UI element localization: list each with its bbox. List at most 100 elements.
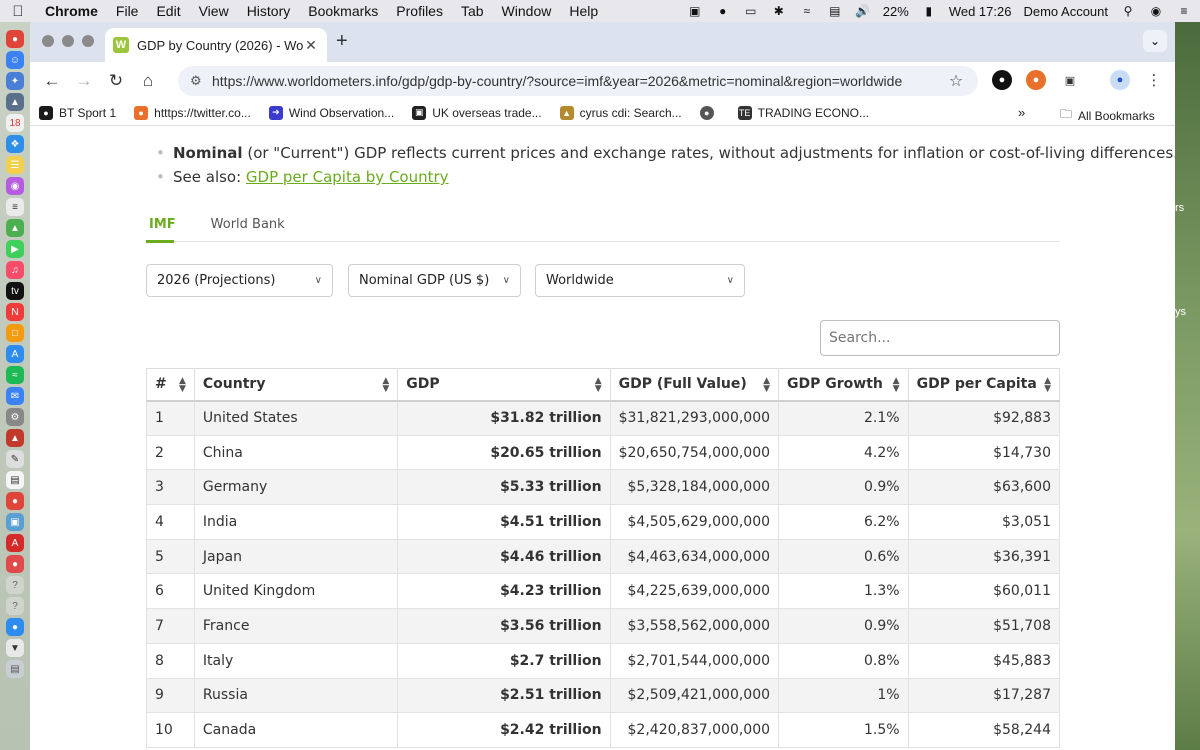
bookmark-star-icon[interactable]: ☆ <box>946 71 966 91</box>
chrome-dock-icon[interactable]: ● <box>6 30 24 48</box>
all-bookmarks-button[interactable]: 🗀 All Bookmarks <box>1060 105 1155 126</box>
bookmark-item[interactable]: ▣ UK overseas trade... <box>403 105 550 120</box>
safari-dock-icon[interactable]: ✦ <box>6 72 24 90</box>
forward-arrow-icon[interactable]: → <box>68 66 100 96</box>
bookmark-item[interactable]: ● BT Sport 1 <box>30 105 125 120</box>
messages-dock-icon[interactable]: ✉ <box>6 387 24 405</box>
profile-avatar-icon[interactable]: ● <box>1110 70 1130 90</box>
table-row[interactable]: 7 France $3.56 trillion $3,558,562,000,000 0… <box>146 608 1061 644</box>
table-row[interactable]: 2 China $20.65 trillion $20,650,754,000,000… <box>146 434 1061 471</box>
column-header-gdp-per-capita[interactable]: GDP per Capita ▲ ▼ <box>907 368 1061 402</box>
battery-icon[interactable]: ▮ <box>921 4 937 18</box>
more-bookmarks-chevron-icon[interactable]: » <box>1018 105 1025 120</box>
safari-compass-dock-icon[interactable]: ❖ <box>6 135 24 153</box>
battery-percent[interactable]: 22% <box>883 4 909 19</box>
unknown-app-dock-icon[interactable]: ? <box>6 576 24 594</box>
back-arrow-icon[interactable]: ← <box>36 66 68 96</box>
bluetooth-icon[interactable]: ✱ <box>771 4 787 18</box>
siri-icon[interactable]: ◉ <box>1148 4 1164 18</box>
microphone-icon[interactable]: ● <box>715 4 731 18</box>
spotlight-search-icon[interactable]: ⚲ <box>1120 4 1136 18</box>
menu-help[interactable]: Help <box>560 3 607 19</box>
table-row[interactable]: 8 Italy $2.7 trillion $2,701,544,000,000 0.8… <box>146 642 1061 679</box>
maps-dock-icon[interactable]: ▲ <box>6 219 24 237</box>
security-dock-icon[interactable]: ▲ <box>6 429 24 447</box>
display-icon[interactable]: ▤ <box>827 4 843 18</box>
music-dock-icon[interactable]: ♫ <box>6 261 24 279</box>
menu-profiles[interactable]: Profiles <box>387 3 452 19</box>
menubar-clock[interactable]: Wed 17:26 <box>949 4 1012 19</box>
acrobat-dock-icon[interactable]: A <box>6 534 24 552</box>
chrome-alt-dock-icon[interactable]: ● <box>6 492 24 510</box>
facetime-dock-icon[interactable]: ▶ <box>6 240 24 258</box>
news-dock-icon[interactable]: N <box>6 303 24 321</box>
menu-edit[interactable]: Edit <box>147 3 189 19</box>
more-menu-icon[interactable]: ⋮ <box>1144 70 1164 90</box>
address-bar[interactable]: ⚙ https://www.worldometers.info/gdp/gdp-… <box>178 66 978 96</box>
bookmark-item[interactable]: TE TRADING ECONO... <box>729 105 878 120</box>
table-row[interactable]: 10 Canada $2.42 trillion $2,420,837,000,000… <box>146 712 1061 748</box>
menu-history[interactable]: History <box>238 3 300 19</box>
column-header-gdp-full[interactable]: GDP (Full Value) ▲ ▼ <box>609 368 780 402</box>
control-center-icon[interactable]: ≡ <box>1176 4 1192 18</box>
voice-memo-dock-icon[interactable]: ● <box>6 555 24 573</box>
extensions-puzzle-icon[interactable]: ▣ <box>1060 70 1080 90</box>
metric-select[interactable]: Nominal GDP (US $) ∨ <box>348 264 521 297</box>
utility-dock-icon[interactable]: ✎ <box>6 450 24 468</box>
column-header-country[interactable]: Country ▲ ▼ <box>193 368 399 402</box>
sort-icon[interactable]: ▲ ▼ <box>893 377 900 394</box>
column-header-gdp[interactable]: GDP ▲ ▼ <box>397 368 611 402</box>
bookmark-item[interactable]: ● <box>691 105 729 120</box>
reminders-dock-icon[interactable]: ≡ <box>6 198 24 216</box>
url-text[interactable]: https://www.worldometers.info/gdp/gdp-by… <box>212 73 946 89</box>
menu-window[interactable]: Window <box>493 3 561 19</box>
extension-1-icon[interactable]: ● <box>992 70 1012 90</box>
table-row[interactable]: 4 India $4.51 trillion $4,505,629,000,000 6.… <box>146 504 1061 540</box>
menu-file[interactable]: File <box>107 3 148 19</box>
spotify-dock-icon[interactable]: ≈ <box>6 366 24 384</box>
sort-icon[interactable]: ▲ ▼ <box>595 377 602 394</box>
table-row[interactable]: 9 Russia $2.51 trillion $2,509,421,000,000 1… <box>146 677 1061 714</box>
podcasts-dock-icon[interactable]: ◉ <box>6 177 24 195</box>
calendar-dock-icon[interactable]: 18 <box>6 114 24 132</box>
bookmark-item[interactable]: ▲ cyrus cdi: Search... <box>551 105 691 120</box>
menu-tab[interactable]: Tab <box>452 3 493 19</box>
bookmark-item[interactable]: ➜ Wind Observation... <box>260 105 403 120</box>
notes-dock-icon[interactable]: ☰ <box>6 156 24 174</box>
year-select[interactable]: 2026 (Projections) ∨ <box>146 264 333 297</box>
close-window-button[interactable] <box>42 35 54 47</box>
textedit-dock-icon[interactable]: ▤ <box>6 471 24 489</box>
sort-icon[interactable]: ▲ ▼ <box>763 377 770 394</box>
table-row[interactable]: 1 United States $31.82 trillion $31,821,293… <box>146 400 1061 436</box>
duckduckgo-extension-icon[interactable]: ● <box>1026 70 1046 90</box>
apple-menu-icon[interactable]:  <box>0 3 36 20</box>
table-row[interactable]: 5 Japan $4.46 trillion $4,463,634,000,000 0.… <box>146 538 1061 575</box>
table-row[interactable]: 6 United Kingdom $4.23 trillion $4,225,639,… <box>146 573 1061 610</box>
browser-tab-active[interactable]: W GDP by Country (2026) - Wo ✕ <box>105 28 327 62</box>
region-select[interactable]: Worldwide ∨ <box>535 264 745 297</box>
reload-icon[interactable]: ↻ <box>100 66 132 96</box>
maximize-window-button[interactable] <box>82 35 94 47</box>
apple-tv-dock-icon[interactable]: tv <box>6 282 24 300</box>
bookmark-item[interactable]: ● htttps://twitter.co... <box>125 105 260 120</box>
preview-dock-icon[interactable]: ▣ <box>6 513 24 531</box>
minimize-window-button[interactable] <box>62 35 74 47</box>
site-info-icon[interactable]: ⚙ <box>190 73 212 89</box>
close-tab-icon[interactable]: ✕ <box>303 37 319 54</box>
menu-bookmarks[interactable]: Bookmarks <box>299 3 387 19</box>
finder-dock-icon[interactable]: ☺ <box>6 51 24 69</box>
menu-view[interactable]: View <box>190 3 238 19</box>
new-tab-button[interactable]: + <box>336 30 348 53</box>
sort-icon[interactable]: ▲ ▼ <box>1044 377 1051 394</box>
menubar-account[interactable]: Demo Account <box>1023 4 1108 19</box>
screen-mirroring-icon[interactable]: ▭ <box>743 4 759 18</box>
wifi-icon[interactable]: ≈ <box>799 4 815 18</box>
column-header-rank[interactable]: # ▲ ▼ <box>146 368 195 402</box>
volume-icon[interactable]: 🔊 <box>855 4 871 18</box>
books-dock-icon[interactable]: □ <box>6 324 24 342</box>
settings-dock-icon[interactable]: ⚙ <box>6 408 24 426</box>
sort-icon[interactable]: ▲ ▼ <box>179 377 186 394</box>
tab-search-chevron-icon[interactable]: ⌄ <box>1143 30 1167 52</box>
column-header-gdp-growth[interactable]: GDP Growth ▲ ▼ <box>778 368 909 402</box>
tab-imf[interactable]: IMF <box>146 206 192 243</box>
